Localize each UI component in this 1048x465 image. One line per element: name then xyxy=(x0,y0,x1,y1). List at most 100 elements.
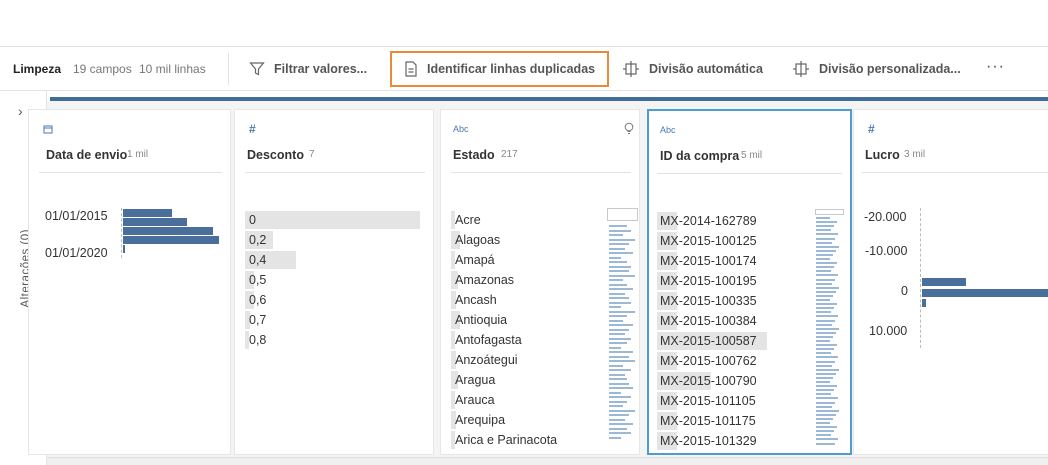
histogram-bar[interactable] xyxy=(922,278,966,286)
list-item[interactable]: MX-2015-101175 xyxy=(660,411,756,431)
overview-tick xyxy=(816,331,836,334)
list-item[interactable]: 0 xyxy=(249,210,256,230)
list-item[interactable]: MX-2015-101329 xyxy=(660,431,757,451)
overview-tick xyxy=(816,274,838,277)
profile-card-ship-date[interactable]: Data de envio 1 mil 01/01/2015 01/01/202… xyxy=(28,109,231,455)
overview-tick xyxy=(609,279,623,281)
lightbulb-icon[interactable] xyxy=(624,122,634,135)
list-item[interactable]: MX-2015-101105 xyxy=(660,391,756,411)
list-item[interactable]: 0,8 xyxy=(249,330,266,350)
overview-tick xyxy=(816,397,838,400)
overview-tick xyxy=(816,438,838,441)
overview-tick xyxy=(816,221,837,224)
expand-chevron-icon[interactable]: › xyxy=(18,103,23,119)
overview-tick xyxy=(816,348,834,351)
histogram-bar[interactable] xyxy=(922,299,926,307)
overview-tick xyxy=(816,299,830,301)
list-item[interactable]: 0,4 xyxy=(249,250,266,270)
list-item[interactable]: MX-2015-100587 xyxy=(660,331,757,351)
overview-tick xyxy=(816,389,834,392)
list-item[interactable]: Antioquia xyxy=(455,310,507,330)
overview-tick xyxy=(609,400,627,403)
profile-card-order-id[interactable]: Abc ID da compra 5 mil MX-2014-162789 MX-… xyxy=(647,109,852,455)
overview-tick xyxy=(816,335,833,338)
overview-tick xyxy=(816,340,830,342)
field-count: 3 mil xyxy=(904,149,926,160)
overview-tick xyxy=(816,327,839,330)
auto-split-button[interactable]: Divisão automática xyxy=(622,51,763,87)
histogram-bar[interactable] xyxy=(123,236,219,244)
list-item[interactable]: Ancash xyxy=(455,290,497,310)
profile-card-state[interactable]: Abc Estado 217 Acre Alagoas Amapá Amazonas A… xyxy=(440,109,640,455)
overview-tick xyxy=(609,225,627,227)
list-item[interactable]: Amazonas xyxy=(455,270,514,290)
list-item[interactable]: Aragua xyxy=(455,370,495,390)
overview-tick xyxy=(816,245,839,248)
profile-card-profit[interactable]: # Lucro 3 mil -20.000 -10.000 0 10.000 xyxy=(853,109,1048,455)
overview-tick xyxy=(816,233,838,236)
list-item[interactable]: Amapá xyxy=(455,250,495,270)
field-name: Estado xyxy=(453,148,495,162)
list-item[interactable]: Antofagasta xyxy=(455,330,522,350)
histogram-bar[interactable] xyxy=(123,227,213,235)
overview-tick xyxy=(609,297,629,299)
number-type-icon: # xyxy=(868,122,875,136)
list-item[interactable]: Acre xyxy=(455,210,481,230)
histogram-bar[interactable] xyxy=(922,289,1048,297)
value-bar[interactable] xyxy=(245,211,420,229)
list-item[interactable]: Arica e Parinacota xyxy=(455,430,557,450)
list-item[interactable]: MX-2015-100195 xyxy=(660,271,757,291)
filter-icon xyxy=(249,62,265,76)
axis-tick-label: -20.000 xyxy=(864,210,907,224)
histogram-bar[interactable] xyxy=(123,245,125,253)
auto-split-label: Divisão automática xyxy=(649,62,763,76)
list-item[interactable]: Arauca xyxy=(455,390,495,410)
filter-values-label: Filtrar valores... xyxy=(274,62,368,76)
list-item[interactable]: 0,5 xyxy=(249,270,266,290)
field-name: Lucro xyxy=(865,148,900,162)
header-divider xyxy=(451,172,631,173)
axis-tick-label: 10.000 xyxy=(869,324,908,338)
overview-tick xyxy=(609,396,631,398)
overview-tick xyxy=(816,372,836,375)
profile-card-discount[interactable]: # Desconto 7 0 0,2 0,4 0,5 0,6 0,7 0,8 xyxy=(234,109,434,455)
list-item[interactable]: MX-2015-100762 xyxy=(660,351,757,371)
histogram-bar[interactable] xyxy=(123,218,187,226)
filter-values-button[interactable]: Filtrar valores... xyxy=(249,51,367,87)
list-item[interactable]: MX-2015-100790 xyxy=(660,371,757,391)
overview-tick xyxy=(609,382,629,385)
overview-tick xyxy=(609,270,629,272)
overview-tick xyxy=(609,337,631,340)
identify-duplicates-button[interactable]: Identificar linhas duplicadas xyxy=(390,51,610,87)
overview-tick xyxy=(609,351,633,353)
overview-tick xyxy=(609,391,621,394)
list-item[interactable]: MX-2015-100125 xyxy=(660,231,757,251)
overview-tick xyxy=(816,344,837,347)
overview-tick xyxy=(609,243,629,245)
scroll-thumb[interactable] xyxy=(607,208,638,221)
overview-tick xyxy=(816,225,834,228)
list-item[interactable]: MX-2015-100335 xyxy=(660,291,757,311)
list-item[interactable]: 0,2 xyxy=(249,230,266,250)
list-item[interactable]: MX-2015-100174 xyxy=(660,251,757,271)
list-item[interactable]: Alagoas xyxy=(455,230,500,250)
overview-tick xyxy=(816,217,830,219)
overview-tick xyxy=(609,414,629,416)
list-item[interactable]: 0,7 xyxy=(249,310,266,330)
list-item[interactable]: Arequipa xyxy=(455,410,505,430)
list-item[interactable]: Anzoátegui xyxy=(455,350,518,370)
list-item[interactable]: MX-2014-162789 xyxy=(660,211,757,231)
overview-tick xyxy=(609,355,629,358)
overview-tick xyxy=(816,270,831,273)
list-item[interactable]: 0,6 xyxy=(249,290,266,310)
field-name: ID da compra xyxy=(660,149,740,163)
overview-tick xyxy=(609,427,627,430)
more-options-icon[interactable]: ··· xyxy=(986,58,1005,76)
step-name: Limpeza xyxy=(13,62,62,76)
scroll-thumb[interactable] xyxy=(815,209,844,215)
histogram-bar[interactable] xyxy=(123,209,172,217)
list-item[interactable]: MX-2015-100384 xyxy=(660,311,757,331)
custom-split-button[interactable]: Divisão personalizada... xyxy=(792,51,961,87)
horizontal-scrollbar[interactable] xyxy=(47,457,1048,465)
overview-tick xyxy=(816,286,839,289)
